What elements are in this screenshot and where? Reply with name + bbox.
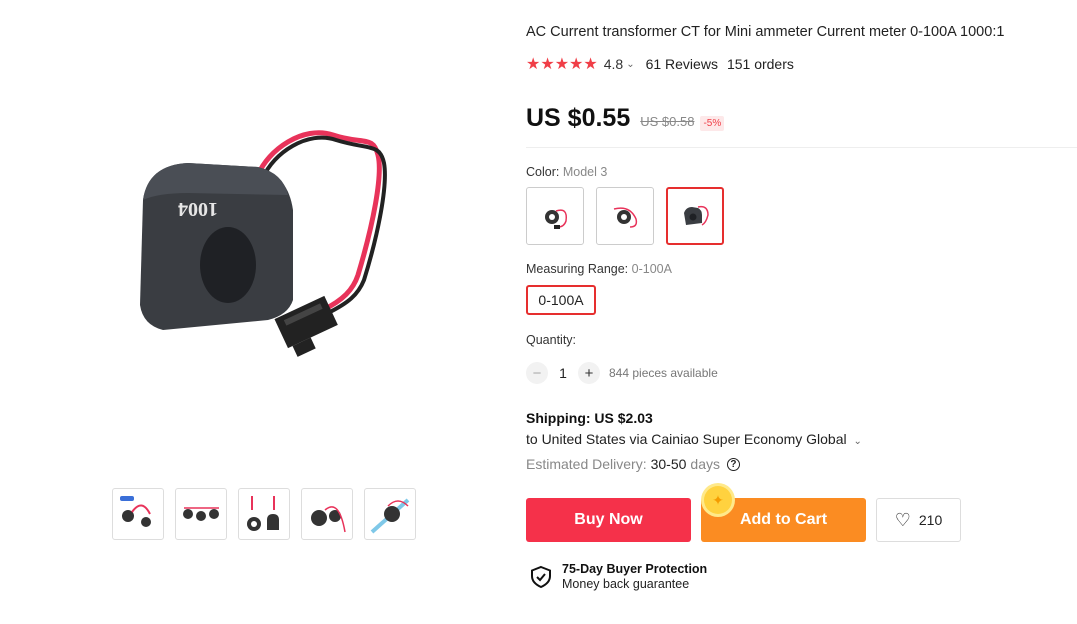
divider [526, 147, 1077, 148]
thumbnail-2[interactable] [175, 488, 227, 540]
color-options [526, 187, 724, 245]
protection-title: 75-Day Buyer Protection [562, 562, 708, 576]
wishlist-count: 210 [918, 512, 943, 528]
color-label-text: Color: [526, 165, 560, 179]
buy-now-button[interactable]: Buy Now [526, 498, 691, 542]
delivery-days: 30-50 [650, 456, 687, 472]
quantity-label: Quantity: [526, 333, 577, 347]
estimated-delivery: Estimated Delivery: 30-50 days ? [526, 456, 740, 472]
color-selected-value: Model 3 [562, 165, 608, 179]
protection-subtitle: Money back guarantee [562, 577, 690, 591]
stock-available: 844 pieces available [609, 366, 718, 380]
current-price: US $0.55 [526, 104, 631, 132]
delivery-unit: days [690, 456, 720, 472]
discount-badge: -5% [700, 116, 725, 131]
quantity-stepper: − 1 + 844 pieces available [526, 362, 718, 384]
range-option-0-100a[interactable]: 0-100A [526, 285, 596, 315]
thumbnail-strip [112, 488, 416, 540]
delivery-label: Estimated Delivery: [526, 456, 647, 472]
orders-count: 151 orders [726, 56, 794, 72]
chevron-down-icon[interactable]: ⌄ [626, 59, 634, 70]
rating-stars-icon: ★★★★★ [526, 56, 598, 73]
price-row: US $0.55 US $0.58 -5% [526, 104, 725, 133]
quantity-input[interactable]: 1 [548, 365, 578, 381]
color-label: Color: Model 3 [526, 165, 607, 179]
rating-row: ★★★★★ 4.8 ⌄ 61 Reviews 151 orders [526, 54, 794, 74]
chevron-down-icon[interactable]: ⌄ [854, 436, 862, 447]
shipping-route-text: to United States via Cainiao Super Econo… [526, 431, 847, 447]
quantity-plus-button[interactable]: + [578, 362, 600, 384]
wishlist-button[interactable]: ♡ 210 [876, 498, 961, 542]
shield-check-icon [531, 565, 551, 588]
range-label-text: Measuring Range: [526, 262, 629, 276]
product-main-image: 1004 [118, 115, 418, 375]
thumbnail-1[interactable] [112, 488, 164, 540]
coin-sparkle-icon: ✦ [704, 486, 732, 514]
shipping-route[interactable]: to United States via Cainiao Super Econo… [526, 431, 862, 447]
color-option-model-3[interactable] [666, 187, 724, 245]
buyer-protection: 75-Day Buyer Protection Money back guara… [530, 562, 707, 591]
reviews-link[interactable]: 61 Reviews [646, 56, 718, 72]
help-icon[interactable]: ? [726, 457, 740, 471]
color-option-model-2[interactable] [596, 187, 654, 245]
range-selected-value: 0-100A [631, 262, 672, 276]
original-price: US $0.58 [640, 114, 695, 129]
shipping-cost: Shipping: US $2.03 [526, 410, 653, 426]
range-label: Measuring Range: 0-100A [526, 262, 672, 276]
product-title: AC Current transformer CT for Mini ammet… [526, 24, 1005, 40]
thumbnail-4[interactable] [301, 488, 353, 540]
thumbnail-5[interactable] [364, 488, 416, 540]
rating-value[interactable]: 4.8 [604, 56, 623, 72]
quantity-minus-button[interactable]: − [526, 362, 548, 384]
color-option-model-1[interactable] [526, 187, 584, 245]
ct-label: 1004 [178, 198, 218, 220]
heart-icon: ♡ [894, 509, 911, 530]
thumbnail-3[interactable] [238, 488, 290, 540]
